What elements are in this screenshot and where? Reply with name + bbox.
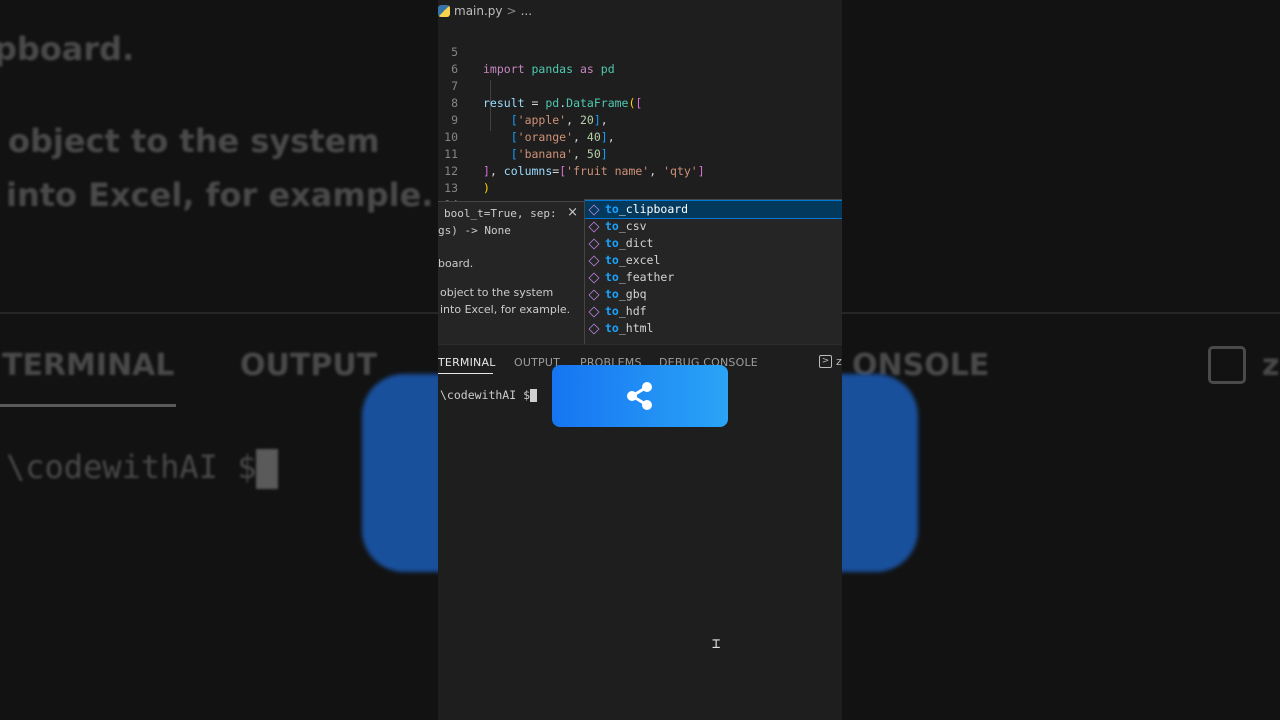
line-code: ['orange', 40], [510, 130, 615, 144]
bg-text-excel: into Excel, for example. [6, 176, 434, 214]
hint-returns: gs) -> None [438, 224, 511, 237]
line-code: result = pd.DataFrame([ [483, 96, 643, 110]
code-line: 14 print(result.to) [438, 180, 595, 230]
share-button[interactable] [552, 365, 728, 427]
suggestion-label: to_hdf [605, 304, 647, 318]
suggestion-label: to_dict [605, 236, 654, 250]
editor-panel: main.py > ... 5 import pandas as pd 6 7 … [438, 0, 842, 720]
method-icon [588, 254, 600, 267]
suggestion-item[interactable]: to_dict [585, 235, 842, 252]
breadcrumb: main.py > ... [438, 0, 842, 22]
suggestion-label: to_csv [605, 219, 647, 233]
parameter-hint: bool_t=True, sep: × gs) -> None board. o… [438, 201, 584, 344]
bg-tab-underline [0, 404, 176, 407]
bg-console-icon [1208, 346, 1246, 384]
bg-tail-z: z [1262, 348, 1280, 383]
suggestion-item[interactable]: to_feather [585, 269, 842, 286]
code-editor[interactable]: 5 import pandas as pd 6 7 result = pd.Da… [438, 27, 842, 230]
hint-close-icon[interactable]: × [567, 205, 578, 220]
hint-doc-line: board. [438, 257, 474, 270]
tab-terminal[interactable]: TERMINAL [438, 356, 496, 369]
suggestion-label: to_html [605, 321, 654, 335]
method-icon [588, 220, 600, 233]
line-code: ], columns=['fruit name', 'qty'] [483, 164, 705, 178]
code-line: 6 [438, 44, 480, 76]
method-icon [588, 305, 600, 318]
method-icon [588, 271, 600, 284]
code-line: 9 ['orange', 40], [438, 95, 615, 144]
bg-prompt: \codewithAI $ [6, 448, 279, 489]
suggestion-item[interactable]: to_html [585, 320, 842, 337]
line-code: ) [483, 181, 490, 195]
bg-tab-output: OUTPUT [240, 348, 378, 383]
bg-text-object: object to the system [8, 122, 380, 160]
suggestion-label: to_feather [605, 270, 675, 284]
breadcrumb-file[interactable]: main.py [454, 4, 503, 18]
suggestion-item[interactable]: to_excel [585, 252, 842, 269]
active-tab-indicator [438, 373, 493, 374]
share-icon [627, 382, 652, 410]
suggestion-item[interactable]: to_clipboard [585, 200, 842, 219]
code-line: 13 [438, 163, 480, 195]
suggestion-label: to_excel [605, 253, 661, 267]
line-code: ['banana', 50] [510, 147, 608, 161]
line-code: ['apple', 20], [510, 113, 608, 127]
suggestion-label: to_gbq [605, 287, 647, 301]
bg-tab-terminal: TERMINAL [2, 348, 175, 383]
code-line: 5 import pandas as pd [438, 27, 615, 76]
code-line: 11 ], columns=['fruit name', 'qty'] [438, 129, 705, 178]
breadcrumb-separator: > [506, 4, 517, 18]
method-icon [588, 203, 600, 216]
code-line: 12 ) [438, 146, 490, 195]
code-line: 10 ['banana', 50] [438, 112, 608, 161]
bg-text-clipboard: pboard. [0, 30, 135, 68]
breadcrumb-more[interactable]: ... [521, 4, 532, 18]
hint-signature: bool_t=True, sep: [444, 207, 557, 220]
code-line: 7 result = pd.DataFrame([ [438, 61, 642, 110]
hint-doc-line: into Excel, for example. [440, 303, 571, 316]
terminal-label-z: z [836, 355, 842, 368]
line-code: import pandas as pd [483, 62, 615, 76]
suggestion-item[interactable]: to_hdf [585, 303, 842, 320]
terminal-prompt-text: \codewithAI $ [440, 388, 531, 402]
method-icon [588, 288, 600, 301]
python-file-icon [438, 5, 450, 17]
terminal-launch-icon[interactable]: > [819, 355, 832, 368]
terminal-cursor [530, 389, 538, 402]
mouse-ibeam-icon: ⌶ [712, 636, 721, 652]
suggestion-list[interactable]: to_clipboard to_csv to_dict to_excel to_… [584, 199, 842, 345]
hint-doc-line: object to the system [440, 286, 554, 299]
suggestion-label: to_clipboard [605, 202, 689, 216]
suggestion-item[interactable]: to_gbq [585, 286, 842, 303]
method-icon [588, 322, 600, 335]
method-icon [588, 237, 600, 250]
suggestion-item[interactable]: to_csv [585, 218, 842, 235]
code-line: 8 ['apple', 20], [438, 78, 608, 127]
terminal-prompt[interactable]: \codewithAI $ [440, 388, 538, 402]
